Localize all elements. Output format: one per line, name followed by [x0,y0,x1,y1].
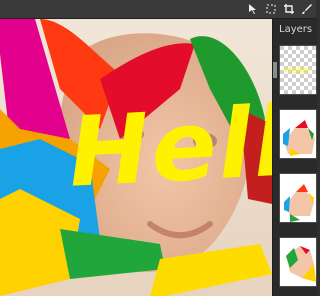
layer-text-label: Hello! [284,66,312,76]
layers-title: Layers [279,24,313,35]
layer-thumbnail-text[interactable]: Hello! [279,45,317,95]
marquee-icon [266,4,276,14]
hello-text: Hello! [66,79,272,209]
brush-icon [302,4,312,14]
layer-selector[interactable] [273,62,277,78]
layer-thumbnail-image[interactable] [279,173,317,223]
brush-tool-button[interactable] [300,2,314,16]
arrow-icon [249,4,256,14]
layer-image-2 [280,174,316,222]
image-canvas[interactable]: Hello! [0,19,272,296]
layer-image-1 [280,110,316,158]
top-toolbar [0,0,316,19]
layer-thumbnail-image[interactable] [279,109,317,159]
layer-image-3 [280,238,316,286]
move-tool-button[interactable] [246,2,260,16]
crop-tool-button[interactable] [282,2,296,16]
marquee-tool-button[interactable] [264,2,278,16]
layers-panel: Layers Hello! [272,19,317,296]
crop-icon [284,4,294,14]
layer-thumbnail-image[interactable] [279,237,317,287]
